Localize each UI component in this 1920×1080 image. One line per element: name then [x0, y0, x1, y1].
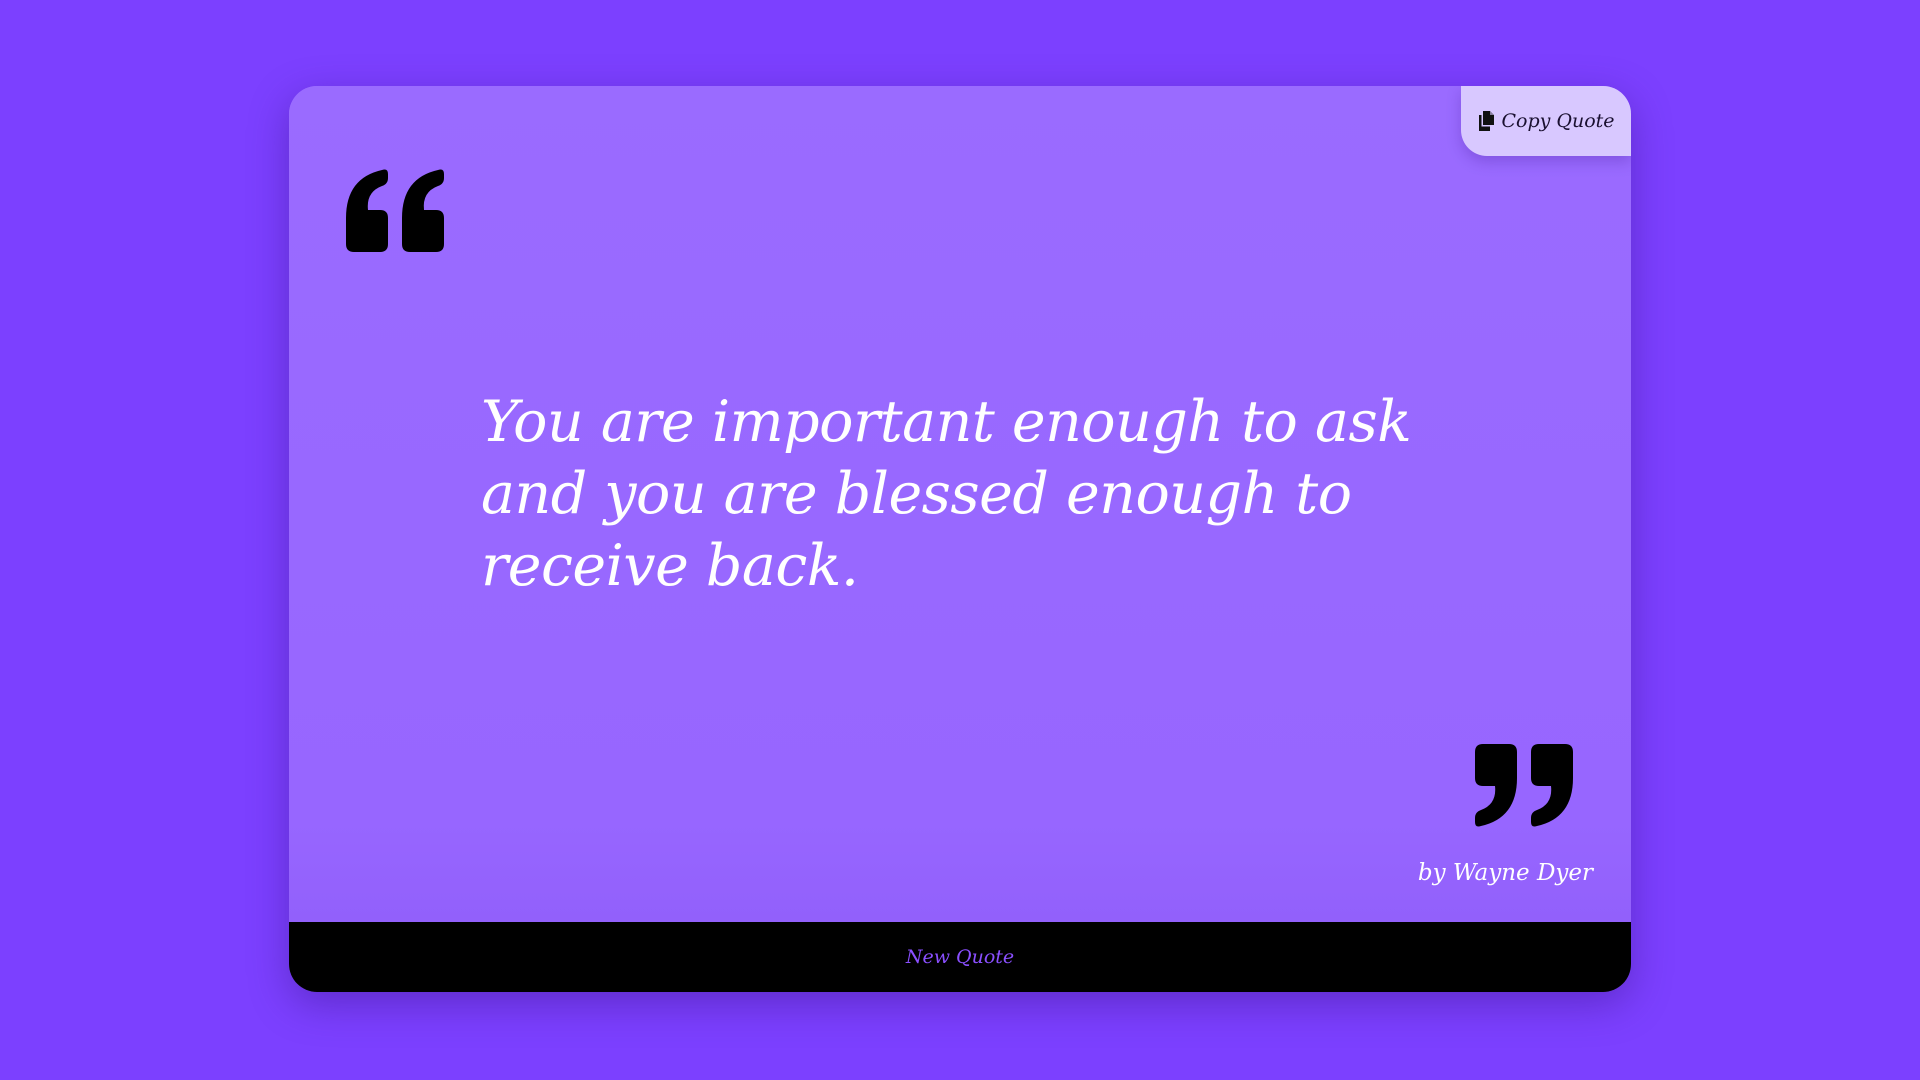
quote-card-body: Copy Quote You are important enough to a… — [289, 86, 1631, 922]
quote-right-icon — [1475, 738, 1573, 828]
copy-icon — [1477, 111, 1495, 131]
copy-quote-label: Copy Quote — [1501, 110, 1615, 132]
copy-quote-button[interactable]: Copy Quote — [1461, 86, 1631, 156]
quote-left-icon — [346, 168, 444, 258]
quote-text: You are important enough to ask and you … — [481, 389, 1412, 599]
new-quote-button[interactable]: New Quote — [289, 922, 1631, 992]
quote-card: Copy Quote You are important enough to a… — [289, 86, 1631, 992]
page: Copy Quote You are important enough to a… — [0, 0, 1920, 1080]
quote-author: by Wayne Dyer — [1417, 860, 1593, 886]
